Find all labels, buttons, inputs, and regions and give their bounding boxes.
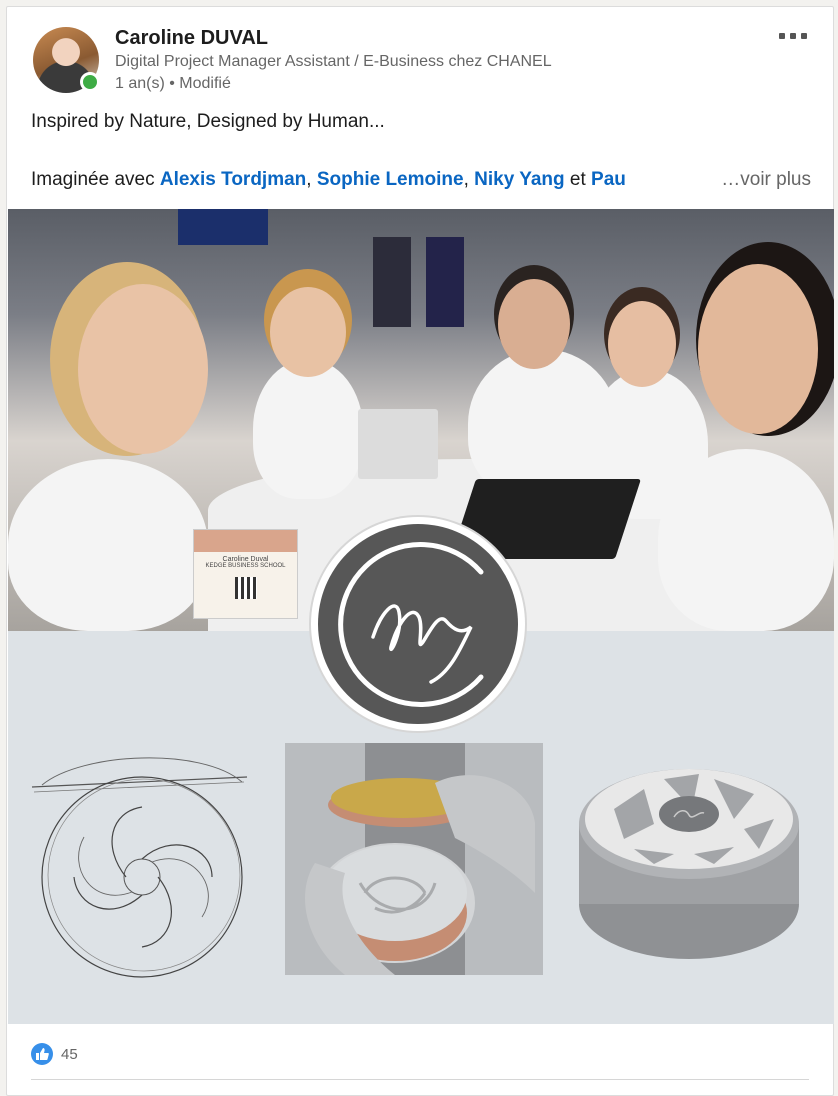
stage-screen [178,209,268,245]
author-headline: Digital Project Manager Assistant / E-Bu… [115,53,552,70]
event-banner [373,237,411,327]
more-options-button[interactable] [773,27,813,45]
logo-icon [318,524,518,724]
person-head [608,301,676,387]
post-text-line: Inspired by Nature, Designed by Human... [31,111,385,132]
event-banner [426,237,464,327]
brand-logo [311,517,525,731]
person [253,359,363,499]
post-timestamp: 1 an(s) • Modifié [115,75,231,92]
mention-link[interactable]: Pau [591,169,626,190]
person-head [270,287,346,377]
person-head [498,279,570,369]
see-more-link[interactable]: …voir plus [717,169,811,191]
mention-link[interactable]: Sophie Lemoine [317,169,464,190]
thumbs-up-icon [31,1043,53,1065]
conjunction: et [564,169,592,190]
ellipsis-icon [779,33,785,39]
post-image[interactable]: Caroline Duval KEDGE BUSINESS SCHOOL [8,209,834,1024]
badge-name: Caroline Duval [222,556,269,563]
person-head [78,284,208,454]
ellipsis-icon [801,33,807,39]
badge-strip [194,530,297,552]
swirl-sketch-icon [31,757,248,978]
compact-render-icon [579,769,799,959]
reactions-bar[interactable]: 45 [31,1043,78,1065]
product-render-hand [285,743,543,975]
post-card: Caroline DUVAL Digital Project Manager A… [6,6,834,1096]
person-head [698,264,818,434]
online-status-icon [80,72,100,92]
laptop [358,409,438,479]
separator: , [463,169,475,190]
post-text-prefix: Imaginée avec [31,169,160,190]
mention-link[interactable]: Niky Yang [474,169,564,190]
post-text-mentions: Imaginée avec Alexis Tordjman, Sophie Le… [31,169,811,191]
badge-school: KEDGE BUSINESS SCHOOL [205,563,286,569]
ellipsis-icon [790,33,796,39]
name-badge: Caroline Duval KEDGE BUSINESS SCHOOL [193,529,298,619]
person [658,449,834,631]
mention-link[interactable]: Alexis Tordjman [160,169,306,190]
compact-in-hand-icon [305,743,535,975]
author-name[interactable]: Caroline DUVAL [115,27,268,50]
separator: , [306,169,317,190]
reaction-count: 45 [61,1045,78,1063]
person [8,459,208,631]
divider [31,1079,809,1080]
qr-code-icon [234,577,257,599]
